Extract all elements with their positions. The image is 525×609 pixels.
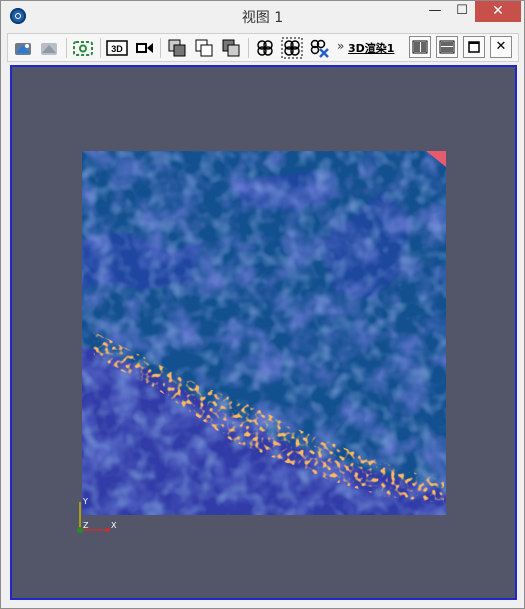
split-vertical-button[interactable] <box>436 36 458 58</box>
select-views-button[interactable] <box>281 37 303 59</box>
render-view-label[interactable]: 3D渲染1 <box>348 40 394 56</box>
split-horizontal-button[interactable] <box>409 36 431 58</box>
layer-stack-icon <box>222 39 240 57</box>
close-button[interactable]: ✕ <box>475 1 521 22</box>
split-horizontal-icon <box>412 40 428 54</box>
screenshot-button[interactable] <box>72 37 94 59</box>
maximize-view-icon <box>468 41 480 53</box>
maximize-button[interactable]: ☐ <box>449 1 475 22</box>
toolbar-separator <box>248 38 249 58</box>
title-bar[interactable]: 视图 1 — ☐ ✕ <box>1 1 524 31</box>
3d-icon: 3D <box>106 40 128 56</box>
select-views-icon <box>281 37 303 59</box>
layer-stack-button[interactable] <box>220 37 242 59</box>
toolbar-separator <box>160 38 161 58</box>
unlink-views-button[interactable] <box>308 37 330 59</box>
screenshot-icon <box>73 41 93 56</box>
reset-camera-button[interactable] <box>12 37 34 59</box>
toolbar-separator <box>66 38 67 58</box>
toggle-3d-button[interactable]: 3D <box>106 37 128 59</box>
layer-paste-button[interactable] <box>193 37 215 59</box>
render-viewport[interactable]: Y Z X <box>10 65 517 600</box>
toolbar-separator <box>100 38 101 58</box>
layer-copy-icon <box>168 39 186 57</box>
unlink-views-icon <box>310 39 329 58</box>
maximize-view-button[interactable] <box>463 36 485 58</box>
layer-copy-button[interactable] <box>166 37 188 59</box>
toolbar-overflow-chevron[interactable]: » <box>337 39 344 53</box>
axes-triad: Y Z X <box>77 497 117 533</box>
record-video-icon <box>136 43 153 53</box>
link-views-icon <box>257 40 273 56</box>
record-video-button[interactable] <box>133 37 155 59</box>
previous-camera-button[interactable] <box>38 37 60 59</box>
y-axis-label: Y <box>82 497 88 506</box>
link-views-button[interactable] <box>254 37 276 59</box>
terrain-texture[interactable] <box>82 151 446 515</box>
previous-camera-icon <box>41 43 57 55</box>
split-vertical-icon <box>439 40 455 54</box>
view-toolbar: 3D » 3D渲染1 ✕ <box>7 33 519 62</box>
x-axis-label: X <box>111 521 117 530</box>
view-window: 视图 1 — ☐ ✕ 3D » 3D渲染1 ✕ Y Z X <box>0 0 525 609</box>
minimize-button[interactable]: — <box>421 1 449 22</box>
layer-paste-icon <box>195 39 213 57</box>
z-axis-label: Z <box>83 521 89 530</box>
reset-camera-icon <box>15 43 31 55</box>
3d-icon-label: 3D <box>111 44 123 54</box>
close-view-button[interactable]: ✕ <box>490 36 512 58</box>
